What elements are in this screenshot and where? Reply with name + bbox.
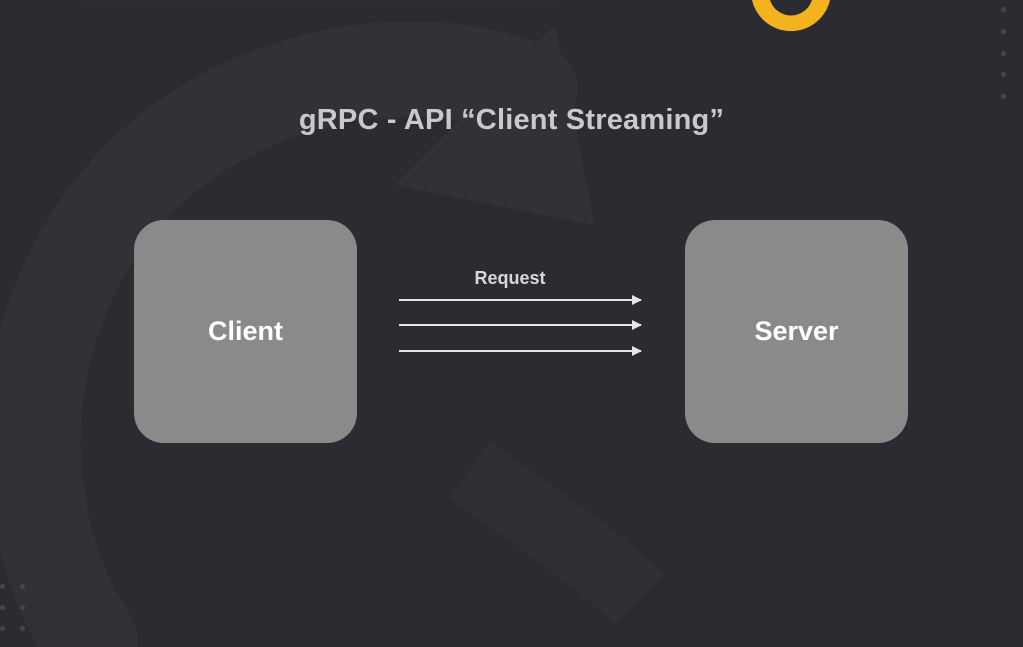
slide: gRPC - API “Client Streaming” Client Ser… xyxy=(0,0,1023,647)
request-arrows xyxy=(399,295,642,356)
